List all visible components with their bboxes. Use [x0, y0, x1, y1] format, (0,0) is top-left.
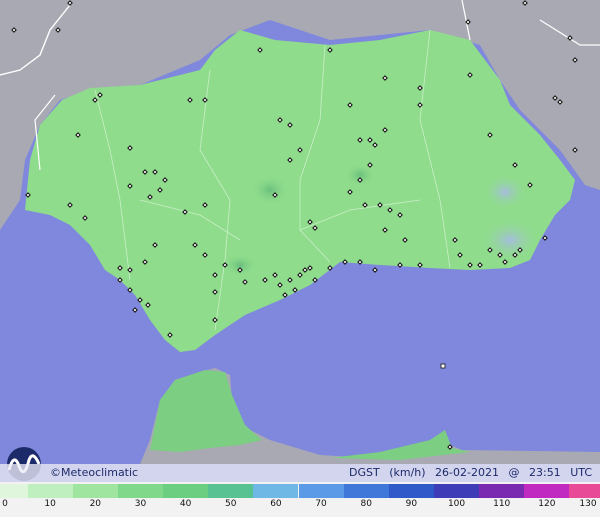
scale-segment [163, 484, 209, 498]
alboran-island [440, 363, 446, 369]
scale-segment [524, 484, 570, 498]
scale-tick-label: 20 [89, 499, 102, 509]
scale-segment [298, 484, 344, 498]
scale-segment [208, 484, 254, 498]
observation-time: 23:51 [528, 466, 561, 479]
scale-tick-label: 0 [2, 499, 8, 509]
scale-tick-label: 130 [579, 499, 597, 509]
color-scale-legend: 0 10 20 30 40 50 60 70 80 90 100 110 120 130 [0, 482, 600, 517]
scale-tick-label: 110 [493, 499, 511, 509]
copyright-symbol: © [50, 466, 61, 479]
branding-label: ©Meteoclimatic [50, 466, 138, 479]
observation-date: 26-02-2021 [435, 466, 499, 479]
scale-segment [343, 484, 389, 498]
scale-tick-label: 60 [270, 499, 282, 509]
scale-segment [0, 484, 28, 498]
scale-tick-label: 50 [225, 499, 237, 509]
sierra-shade [250, 174, 290, 206]
scale-tick-label: 100 [447, 499, 466, 509]
scale-tick-label: 70 [315, 499, 327, 509]
scale-segment [479, 484, 525, 498]
scale-tick-label: 30 [134, 499, 147, 509]
color-scale-gradient [0, 484, 600, 498]
scale-segment [72, 484, 118, 498]
scale-segment [569, 484, 600, 498]
scale-tick-label: 90 [405, 499, 418, 509]
variable-unit: (km/h) [389, 466, 426, 479]
timezone: UTC [570, 466, 592, 479]
scale-segment [433, 484, 480, 498]
map-info: DGST (km/h) 26-02-2021 @ 23:51 UTC [343, 466, 592, 479]
map-view[interactable] [0, 0, 600, 517]
at-symbol: @ [508, 466, 520, 479]
sierra-highlight [483, 174, 527, 210]
scale-segment [27, 484, 73, 498]
scale-tick-label: 10 [44, 499, 56, 509]
scale-tick-label: 80 [360, 499, 372, 509]
map-canvas [0, 0, 600, 517]
variable-name: DGST [348, 466, 380, 479]
brand-name: Meteoclimatic [61, 466, 139, 479]
scale-tick-label: 120 [538, 499, 556, 509]
scale-segment [253, 484, 299, 498]
scale-segment [117, 484, 164, 498]
scale-tick-label: 40 [179, 499, 192, 509]
sierra-nevada-highlight [480, 218, 540, 262]
scale-segment [388, 484, 434, 498]
